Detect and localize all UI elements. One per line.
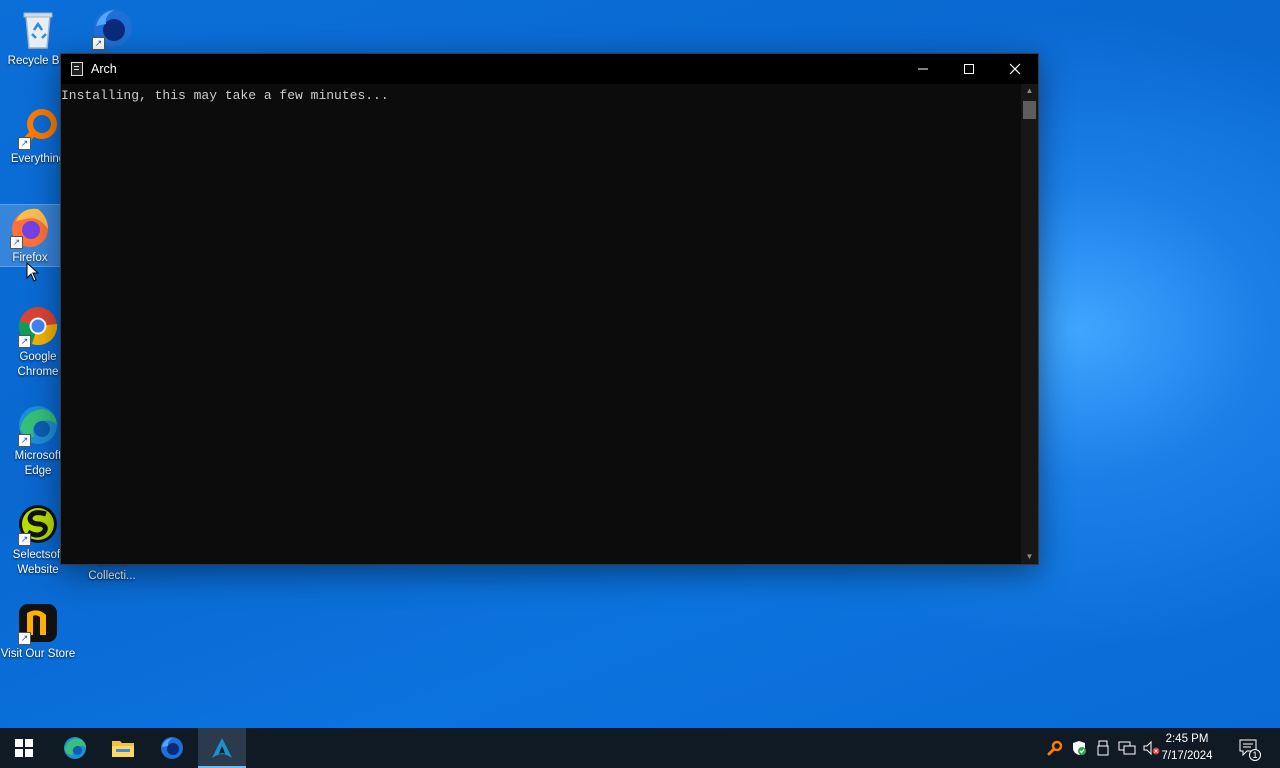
clock-date: 7/17/2024 — [1161, 750, 1213, 762]
network-icon — [1118, 741, 1136, 755]
selectsoft-icon: ↗ — [16, 502, 60, 546]
desktop-icon-visit-store[interactable]: ↗ Visit Our Store — [0, 601, 76, 662]
close-icon — [1009, 63, 1021, 75]
start-button[interactable] — [0, 728, 48, 768]
firefox-icon — [161, 737, 183, 759]
taskbar-file-explorer[interactable] — [99, 728, 147, 768]
minimize-icon — [918, 68, 928, 70]
desktop-icon-label: Visit Our Store — [0, 648, 76, 660]
everything-search-icon — [1047, 740, 1063, 756]
everything-search-icon: ↗ — [16, 106, 60, 150]
maximize-icon — [964, 64, 974, 74]
tray-usb[interactable] — [1091, 728, 1115, 768]
scroll-up-icon[interactable]: ▲ — [1021, 84, 1038, 98]
console-output[interactable]: Installing, this may take a few minutes.… — [61, 84, 1021, 564]
arch-console-window[interactable]: Arch Installing, this may take a few min… — [60, 53, 1039, 565]
shield-icon — [1073, 741, 1086, 755]
edge-icon: ↗ — [16, 403, 60, 447]
action-center-button[interactable]: 1 — [1236, 728, 1262, 768]
shortcut-arrow-icon: ↗ — [10, 236, 23, 249]
firefox-icon: ↗ — [8, 205, 52, 249]
window-titlebar[interactable]: Arch — [61, 54, 1038, 84]
mouse-cursor-icon — [26, 262, 40, 282]
window-title: Arch — [91, 62, 117, 76]
document-icon — [71, 62, 83, 76]
notification-count-badge: 1 — [1249, 749, 1261, 761]
scroll-down-icon[interactable]: ▼ — [1021, 550, 1038, 564]
firefox-blue-icon: ↗ — [90, 6, 134, 50]
taskbar-clock[interactable]: 2:45 PM 7/17/2024 — [1152, 731, 1222, 765]
file-explorer-icon — [112, 741, 134, 757]
desktop-icon-firefox-nightly[interactable]: ↗ — [74, 6, 150, 52]
vertical-scrollbar[interactable]: ▲ ▼ — [1021, 84, 1038, 564]
arch-icon — [212, 738, 232, 758]
desktop-icon-firefox[interactable]: ↗ Firefox — [0, 204, 61, 267]
taskbar: 2:45 PM 7/17/2024 1 — [0, 728, 1280, 768]
close-button[interactable] — [992, 54, 1038, 84]
taskbar-arch[interactable] — [198, 728, 246, 768]
scroll-thumb[interactable] — [1023, 101, 1036, 119]
taskbar-firefox[interactable] — [148, 728, 196, 768]
shortcut-arrow-icon: ↗ — [18, 137, 31, 150]
recycle-bin-icon — [16, 8, 60, 52]
tray-everything[interactable] — [1043, 728, 1067, 768]
minimize-button[interactable] — [900, 54, 946, 84]
shortcut-arrow-icon: ↗ — [18, 335, 31, 348]
taskbar-edge[interactable] — [51, 728, 99, 768]
tray-security[interactable] — [1067, 728, 1091, 768]
shortcut-arrow-icon: ↗ — [18, 434, 31, 447]
store-icon: ↗ — [16, 601, 60, 645]
windows-start-icon — [15, 739, 33, 757]
chrome-icon: ↗ — [16, 304, 60, 348]
maximize-button[interactable] — [946, 54, 992, 84]
shortcut-arrow-icon: ↗ — [18, 533, 31, 546]
shortcut-arrow-icon: ↗ — [92, 37, 105, 50]
usb-device-icon — [1097, 740, 1109, 756]
shortcut-arrow-icon: ↗ — [18, 632, 31, 645]
clock-time: 2:45 PM — [1165, 733, 1209, 745]
tray-network[interactable] — [1115, 728, 1139, 768]
edge-icon — [64, 737, 86, 759]
